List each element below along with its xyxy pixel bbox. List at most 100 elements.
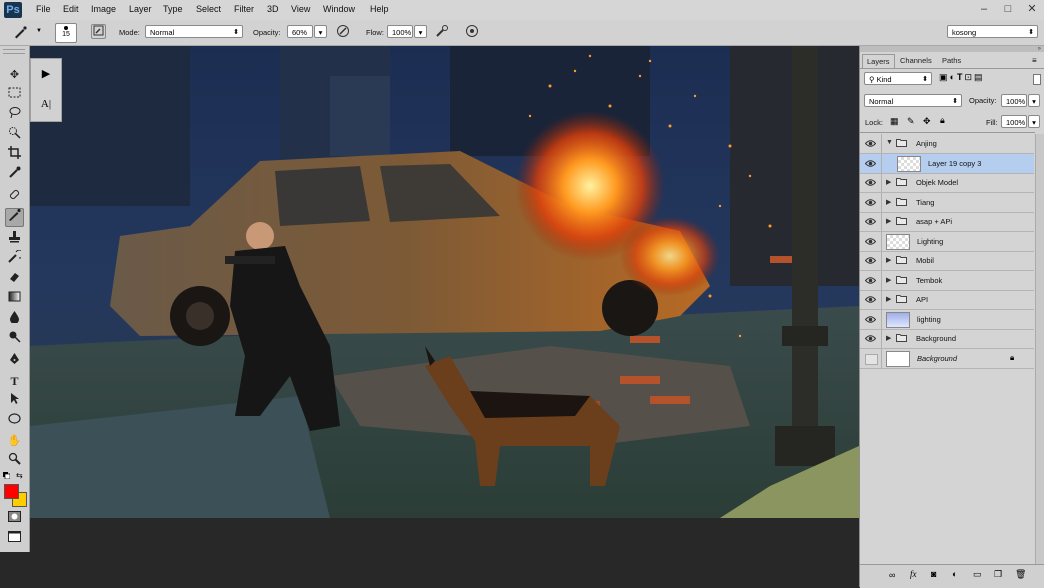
clone-stamp-tool-icon[interactable] (5, 230, 24, 249)
visibility-toggle-empty[interactable] (865, 353, 878, 365)
default-colors-icon[interactable] (3, 472, 11, 480)
gradient-tool-icon[interactable] (5, 290, 24, 309)
eye-icon[interactable] (864, 237, 877, 246)
menu-image[interactable]: Image (91, 4, 116, 14)
layer-row[interactable]: Lighting (860, 231, 1034, 252)
link-layers-icon[interactable]: ∞ (889, 570, 895, 580)
tab-layers[interactable]: Layers (862, 54, 895, 69)
airbrush-icon[interactable] (434, 24, 450, 40)
layer-row[interactable]: ▶ Tiang (860, 192, 1034, 213)
menu-view[interactable]: View (291, 4, 310, 14)
layer-row[interactable]: ▶ Objek Model (860, 173, 1034, 193)
menu-filter[interactable]: Filter (234, 4, 254, 14)
menu-help[interactable]: Help (370, 4, 389, 14)
menu-window[interactable]: Window (323, 4, 355, 14)
menu-select[interactable]: Select (196, 4, 221, 14)
filter-toggle[interactable] (1033, 74, 1041, 85)
path-selection-tool-icon[interactable] (5, 392, 24, 411)
character-panel-icon[interactable]: A| (35, 93, 57, 115)
trash-icon[interactable]: 🗑︎ (1015, 569, 1026, 580)
layer-row[interactable]: ▶ asap + APi (860, 212, 1034, 232)
hand-tool-icon[interactable]: ✋ (5, 432, 24, 451)
opacity-slider-toggle[interactable]: ▾ (314, 25, 327, 38)
lock-position-icon[interactable]: ✥ (923, 116, 931, 127)
add-mask-icon[interactable]: ◙ (931, 569, 936, 579)
menu-edit[interactable]: Edit (63, 4, 79, 14)
layer-row[interactable]: Layer 19 copy 3 (860, 153, 1034, 174)
dodge-tool-icon[interactable] (5, 330, 24, 349)
menu-3d[interactable]: 3D (267, 4, 279, 14)
brush-size-picker[interactable]: 15 (55, 23, 77, 43)
layer-filter-buttons[interactable]: ▣◐T⊡▤ (939, 72, 1039, 85)
foreground-color-swatch[interactable] (4, 484, 19, 499)
maximize-button[interactable]: □ (996, 0, 1020, 20)
fill-slider-toggle[interactable]: ▾ (1028, 115, 1040, 128)
eye-icon[interactable] (864, 178, 877, 187)
healing-brush-tool-icon[interactable] (5, 188, 24, 207)
collapse-arrow-icon[interactable]: ▶ (886, 217, 891, 225)
crop-tool-icon[interactable] (5, 146, 24, 165)
menu-type[interactable]: Type (163, 4, 183, 14)
collapse-arrow-icon[interactable]: ▶ (886, 334, 891, 342)
lock-all-icon[interactable]: 🔒︎ (940, 115, 945, 126)
layers-scrollbar[interactable] (1035, 134, 1044, 570)
fill-input[interactable]: 100% (1001, 115, 1027, 128)
pen-tool-icon[interactable] (5, 352, 24, 371)
layer-row[interactable]: ▼ Anjing (860, 134, 1034, 154)
eye-icon[interactable] (864, 139, 877, 148)
layer-row[interactable]: lighting (860, 309, 1034, 330)
layer-row[interactable]: Background 🔒︎ (860, 348, 1034, 369)
layer-opacity-slider-toggle[interactable]: ▾ (1028, 94, 1040, 107)
new-layer-icon[interactable]: ❐ (994, 569, 1002, 580)
layer-opacity-input[interactable]: 100% (1001, 94, 1027, 107)
ellipse-tool-icon[interactable] (5, 412, 24, 431)
adjustment-layer-icon[interactable]: ◐ (952, 569, 957, 579)
quick-selection-tool-icon[interactable] (5, 126, 24, 145)
history-brush-tool-icon[interactable] (5, 249, 24, 269)
new-group-icon[interactable]: ▭ (973, 569, 982, 580)
zoom-tool-icon[interactable] (5, 452, 24, 471)
tab-paths[interactable]: Paths (938, 54, 965, 68)
panel-grip[interactable] (3, 49, 25, 54)
eyedropper-tool-icon[interactable] (5, 166, 24, 185)
eye-icon[interactable] (864, 315, 877, 324)
eye-icon[interactable] (864, 198, 877, 207)
eye-icon[interactable] (864, 295, 877, 304)
type-tool-icon[interactable]: T (5, 372, 24, 391)
panel-menu-icon[interactable]: ≡ (1032, 56, 1037, 65)
collapse-arrow-icon[interactable]: ▶ (886, 295, 891, 303)
pressure-opacity-icon[interactable] (335, 24, 351, 40)
brush-tool-icon[interactable] (5, 208, 24, 227)
brush-panel-toggle-icon[interactable] (91, 24, 106, 39)
collapse-panel-icon[interactable]: » (1038, 46, 1041, 52)
workspace-dropdown[interactable]: kosong ⬍ (947, 25, 1038, 38)
layer-row[interactable]: ▶ Background (860, 329, 1034, 349)
eye-icon[interactable] (864, 334, 877, 343)
marquee-tool-icon[interactable] (5, 86, 24, 105)
lock-transparent-icon[interactable]: ▦ (890, 116, 899, 127)
layer-style-fx-icon[interactable]: fx (910, 569, 917, 579)
eye-icon[interactable] (864, 159, 877, 168)
play-action-icon[interactable]: ▶ (35, 63, 57, 85)
lasso-tool-icon[interactable] (5, 106, 24, 125)
collapse-arrow-icon[interactable]: ▶ (886, 256, 891, 264)
collapse-arrow-icon[interactable]: ▶ (886, 198, 891, 206)
lock-image-icon[interactable]: ✎ (907, 116, 915, 127)
menu-file[interactable]: File (36, 4, 51, 14)
layer-row[interactable]: ▶ API (860, 290, 1034, 310)
flow-slider-toggle[interactable]: ▾ (414, 25, 427, 38)
eye-icon[interactable] (864, 256, 877, 265)
collapse-arrow-icon[interactable]: ▶ (886, 276, 891, 284)
flow-input[interactable]: 100% (387, 25, 413, 38)
eraser-tool-icon[interactable] (5, 270, 24, 289)
quick-mask-icon[interactable] (5, 510, 24, 529)
blend-mode-dropdown[interactable]: Normal ⬍ (864, 94, 962, 107)
minimize-button[interactable]: – (972, 0, 996, 20)
close-button[interactable]: ✕ (1020, 0, 1044, 20)
layer-row[interactable]: ▶ Tembok (860, 270, 1034, 291)
tab-channels[interactable]: Channels (896, 54, 936, 68)
expand-arrow-icon[interactable]: ▼ (886, 139, 893, 146)
pressure-size-icon[interactable] (464, 24, 480, 40)
layer-filter-kind-dropdown[interactable]: ⚲ Kind ⬍ (864, 72, 932, 85)
eye-icon[interactable] (864, 217, 877, 226)
